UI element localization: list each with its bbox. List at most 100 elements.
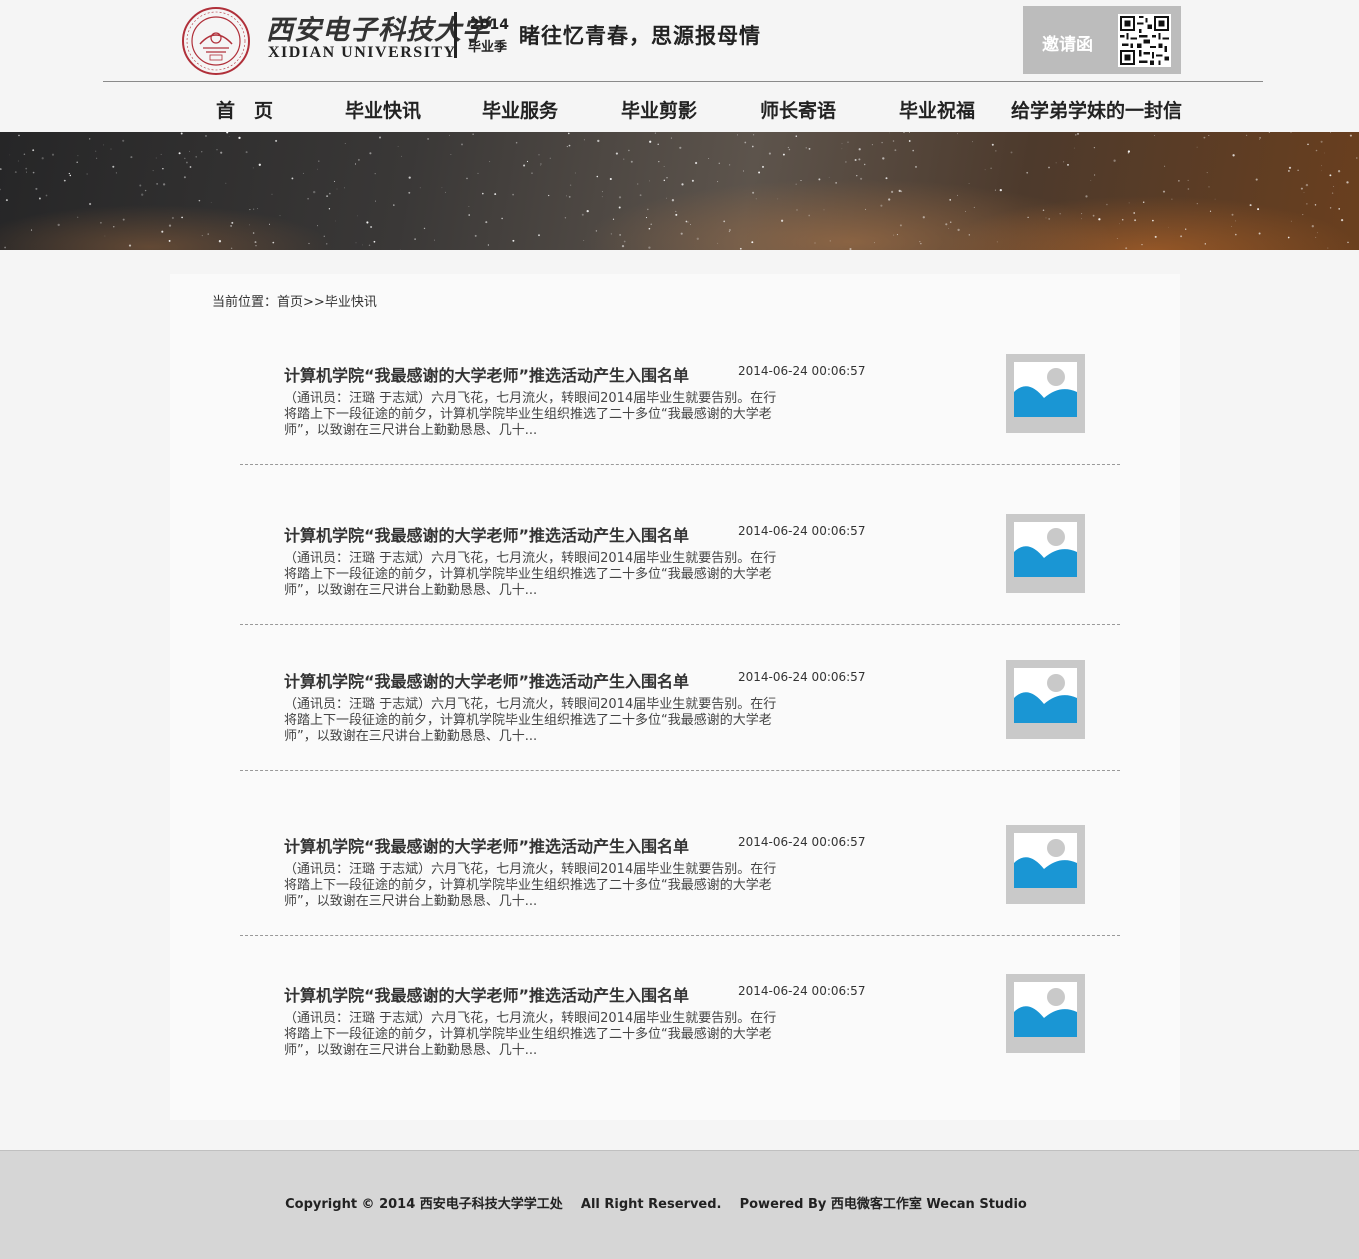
star xyxy=(1081,213,1083,215)
star xyxy=(122,139,125,142)
news-thumbnail[interactable] xyxy=(1006,660,1085,739)
star xyxy=(972,141,973,143)
star xyxy=(865,208,867,210)
content-panel: 当前位置：首页>>毕业快讯 计算机学院“我最感谢的大学老师”推选活动产生入围名单… xyxy=(170,274,1180,1120)
invitation-label: 邀请函 xyxy=(1042,35,1093,55)
nav-item-teacher-messages[interactable]: 师长寄语 xyxy=(760,96,836,123)
news-thumbnail[interactable] xyxy=(1006,825,1085,904)
star xyxy=(25,167,28,170)
star xyxy=(57,223,60,227)
star xyxy=(379,136,381,139)
star xyxy=(755,198,757,200)
star xyxy=(448,134,450,136)
star xyxy=(1178,180,1180,182)
nav-item-graduation-services[interactable]: 毕业服务 xyxy=(482,96,558,123)
star xyxy=(1320,140,1323,143)
star xyxy=(218,240,222,243)
star xyxy=(920,243,922,245)
star xyxy=(76,161,78,164)
breadcrumb: 当前位置：首页>>毕业快讯 xyxy=(212,291,377,310)
star xyxy=(139,184,142,187)
star-field xyxy=(0,132,1358,250)
star xyxy=(717,242,719,244)
star xyxy=(249,224,250,226)
nav-item-home[interactable]: 首 页 xyxy=(216,96,273,123)
star xyxy=(800,179,802,182)
star xyxy=(768,152,771,155)
star xyxy=(369,152,372,155)
star xyxy=(1259,137,1261,139)
star xyxy=(900,190,903,193)
nav-item-graduation-news[interactable]: 毕业快讯 xyxy=(345,96,421,123)
news-title-link[interactable]: 计算机学院“我最感谢的大学老师”推选活动产生入围名单 xyxy=(284,522,689,546)
star xyxy=(903,132,905,134)
star xyxy=(675,213,678,216)
star xyxy=(1128,202,1130,204)
breadcrumb-home-link[interactable]: 首页 xyxy=(277,295,303,310)
star xyxy=(945,223,948,226)
star xyxy=(18,134,20,137)
star xyxy=(461,143,463,146)
star xyxy=(35,187,38,190)
star xyxy=(654,132,656,134)
star xyxy=(1090,180,1092,181)
news-thumbnail[interactable] xyxy=(1006,974,1085,1053)
star xyxy=(1290,132,1292,133)
star xyxy=(1231,213,1234,216)
news-title-link[interactable]: 计算机学院“我最感谢的大学老师”推选活动产生入围名单 xyxy=(284,833,689,857)
star xyxy=(1133,212,1136,214)
star xyxy=(1287,169,1290,172)
star xyxy=(1249,204,1252,207)
star xyxy=(648,227,651,230)
star xyxy=(680,232,683,235)
star xyxy=(569,184,572,186)
star xyxy=(1077,132,1079,135)
star xyxy=(344,187,345,189)
star xyxy=(427,137,430,140)
star xyxy=(1287,236,1290,239)
star xyxy=(333,180,336,182)
news-title-link[interactable]: 计算机学院“我最感谢的大学老师”推选活动产生入围名单 xyxy=(284,982,689,1006)
star xyxy=(777,198,779,200)
star xyxy=(249,209,251,211)
star xyxy=(354,163,357,165)
star xyxy=(230,247,233,249)
star xyxy=(238,136,241,140)
star xyxy=(531,172,533,174)
star xyxy=(597,139,600,143)
nav-item-graduation-blessings[interactable]: 毕业祝福 xyxy=(899,96,975,123)
star xyxy=(687,221,689,223)
news-thumbnail[interactable] xyxy=(1006,514,1085,593)
star xyxy=(1337,170,1341,173)
news-title-link[interactable]: 计算机学院“我最感谢的大学老师”推选活动产生入围名单 xyxy=(284,362,689,386)
star xyxy=(161,230,164,233)
star xyxy=(1141,243,1143,246)
star xyxy=(1206,172,1208,174)
star xyxy=(1258,232,1261,235)
nav-item-graduation-photos[interactable]: 毕业剪影 xyxy=(621,96,697,123)
star xyxy=(565,195,568,197)
star xyxy=(489,161,491,163)
news-thumbnail[interactable] xyxy=(1006,354,1085,433)
star xyxy=(549,157,551,159)
star xyxy=(788,148,791,151)
star xyxy=(423,227,426,230)
star xyxy=(1340,218,1344,222)
news-title-link[interactable]: 计算机学院“我最感谢的大学老师”推选活动产生入围名单 xyxy=(284,668,689,692)
image-placeholder-icon xyxy=(1014,368,1077,417)
invitation-button[interactable]: 邀请函 xyxy=(1023,6,1181,74)
star xyxy=(210,202,212,203)
university-seal-icon[interactable] xyxy=(181,6,251,76)
star xyxy=(795,183,797,185)
star xyxy=(226,132,229,134)
nav-item-letter-to-juniors[interactable]: 给学弟学妹的一封信 xyxy=(1011,96,1182,123)
news-date: 2014-06-24 00:06:57 xyxy=(738,670,866,684)
star xyxy=(639,194,642,197)
star xyxy=(881,141,883,144)
star xyxy=(649,180,650,182)
star xyxy=(245,151,248,154)
star xyxy=(1331,192,1334,194)
star xyxy=(1259,139,1260,140)
star xyxy=(326,195,329,198)
star xyxy=(45,194,48,197)
